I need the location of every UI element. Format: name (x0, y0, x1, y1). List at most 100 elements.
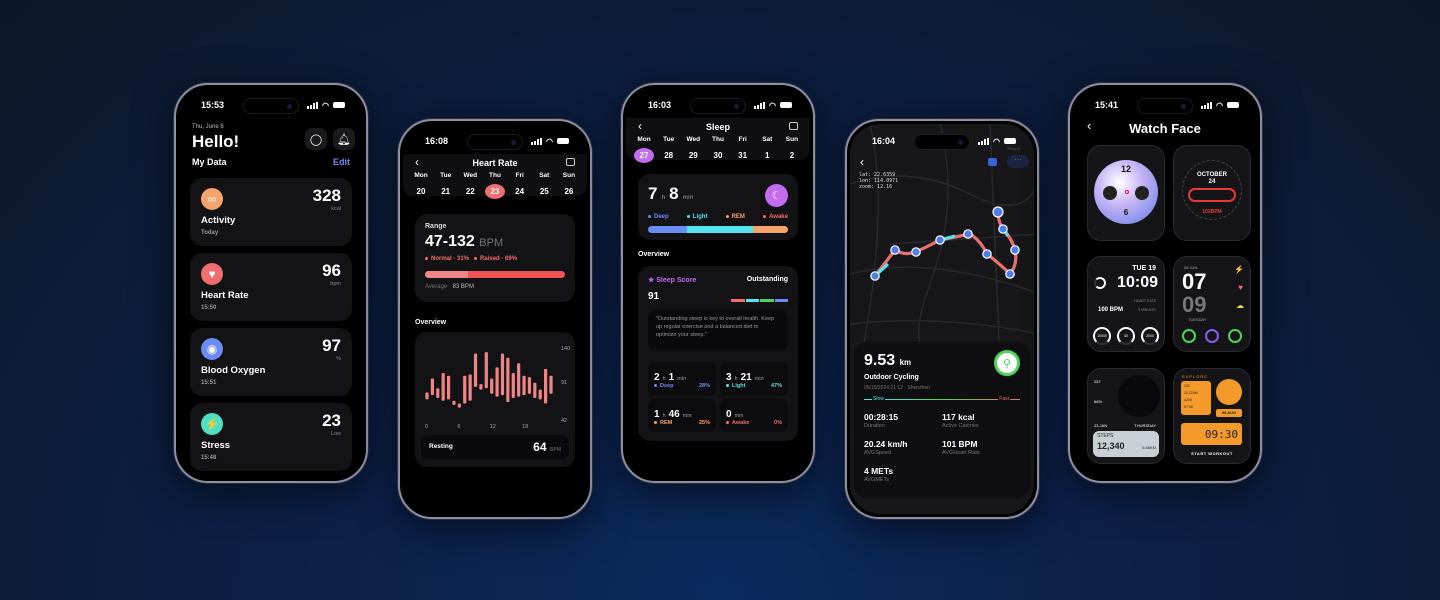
notifications-button[interactable]: 🔔︎ (333, 128, 355, 150)
stage-label: Deep (660, 383, 674, 389)
week-day[interactable]: Wed 22 (460, 172, 480, 199)
hand-pivot (1125, 190, 1129, 194)
bpm: 100 BPM (1098, 307, 1124, 313)
range-legend: Normal · 31% Raised · 69% (425, 256, 517, 262)
hr-bar (468, 374, 472, 401)
steps-panel: STEPS 12,340 6.66KM (1093, 431, 1159, 457)
stat-value: 4 METs (864, 466, 894, 476)
map-pin-icon[interactable] (963, 229, 973, 239)
metric-card[interactable]: ∞ Activity Today 328 kcal (190, 178, 352, 246)
resting-label: Resting (429, 443, 453, 450)
more-button[interactable]: ··· (1007, 155, 1029, 168)
week-selector: Mon 20 Tue 21 Wed 22 Thu 23 Fri 24 Sat 25 Sun 26 (411, 172, 579, 199)
hr-bar (506, 357, 510, 403)
hr-bar (511, 372, 515, 398)
start-workout-button[interactable]: START WORKOUT (1174, 451, 1250, 456)
range-unit: BPM (479, 237, 504, 249)
share-button[interactable] (988, 158, 997, 166)
week-day[interactable]: Mon 27 (634, 136, 654, 163)
watch-face-analog-minimal[interactable]: 257 68% 23 JAN THURSDAY STEPS 12,340 6.6… (1087, 368, 1165, 464)
map-pin-icon[interactable] (982, 249, 992, 259)
stage-card: 0 min Awake 0% (720, 399, 788, 432)
hr-bar (538, 389, 542, 400)
day: THURSDAY (1134, 423, 1156, 428)
week-day[interactable]: Fri 31 (733, 136, 753, 163)
battery-icon (557, 138, 569, 144)
status-bar: 15:41 ◠ (1073, 98, 1257, 112)
metric-card[interactable]: ⚡ Stress 15:48 23 Low (190, 403, 352, 471)
sleep-score-card: ★ Sleep Score Outstanding 91 "Outstandin… (638, 266, 798, 441)
week-day[interactable]: Sun 26 (559, 172, 579, 199)
stage-label-wrap: Awake (726, 420, 749, 426)
map-pin-icon[interactable] (935, 235, 945, 245)
map-pin-icon[interactable] (1010, 245, 1020, 255)
watch-button[interactable]: ◯ (305, 128, 327, 150)
heart-icon: ♥ (1238, 283, 1243, 292)
fast-label: Fast (998, 396, 1010, 402)
week-day[interactable]: Thu 23 (484, 172, 505, 199)
day-name: Wed (463, 172, 478, 179)
hr-bar (522, 375, 526, 396)
stat-value: 20.24 km/h (864, 439, 908, 449)
day-name: Wed (686, 136, 701, 143)
time: 09:30 (1181, 423, 1242, 445)
watch-face-digital-mono[interactable]: TUE 19 10:09 HEART RATE 100 BPM 5 MIN AG… (1087, 256, 1165, 352)
watch-face-red-infinity[interactable]: OCTOBER 24 102BPM (1173, 145, 1251, 241)
metric-card[interactable]: ♥ Heart Rate 15:50 96 bpm (190, 253, 352, 321)
heart-icon: ♥ (201, 263, 223, 285)
week-day[interactable]: Tue 21 (436, 172, 456, 199)
y-tick: 140 (561, 346, 570, 352)
time: 10:09 (1117, 274, 1158, 291)
home-screen: 15:53 ◠ Thu, June 6 Hello! ◯ 🔔︎ My Data … (179, 88, 363, 478)
week-day[interactable]: Wed 29 (683, 136, 703, 163)
watch-face-orange-lcd[interactable]: EXPLORE 132 12,224M 4200 07:30 08 AUG 09:30… (1173, 368, 1251, 464)
run-icon: ⚡ (1234, 265, 1244, 274)
y-tick: 42 (561, 418, 567, 424)
day-name: Mon (414, 172, 428, 179)
week-day[interactable]: Sat 1 (757, 136, 777, 163)
map-pin-icon[interactable] (992, 206, 1004, 218)
map-pin-icon[interactable] (890, 245, 900, 255)
map-pin-icon[interactable] (1005, 269, 1015, 279)
stage-pct: 28% (698, 383, 710, 389)
lcd-row: 132 (1184, 384, 1190, 388)
weather-icon: ☁ (1236, 301, 1244, 310)
stat-item: 101 BPM AVGHeart Rate (942, 439, 1020, 456)
week-day[interactable]: Fri 24 (510, 172, 530, 199)
distance: 9.53 km (864, 352, 911, 370)
map-pin-icon[interactable] (870, 271, 880, 281)
bpm: 102BPM (1202, 209, 1222, 215)
map-pin-icon[interactable] (998, 224, 1008, 234)
back-button[interactable]: ‹ (860, 155, 864, 169)
calendar-icon[interactable] (566, 158, 575, 166)
sleep-total: 7 h 8 min (648, 184, 693, 204)
watch-face-big-numerals[interactable]: 08 JUN 07 09 TUESDAY ⚡ ♥ ☁ (1173, 256, 1251, 352)
week-day[interactable]: Thu 30 (708, 136, 728, 163)
edit-button[interactable]: Edit (333, 157, 350, 167)
week-day[interactable]: Sun 2 (782, 136, 802, 163)
day-number: 26 (564, 187, 574, 196)
status-time: 16:03 (648, 100, 672, 110)
legend-item: Deep (648, 214, 669, 220)
range-line: 47-132 BPM (425, 233, 503, 251)
h-unit: h (662, 413, 666, 419)
stat-label: AVGMETs (864, 477, 889, 483)
battery-ring (1094, 277, 1106, 289)
week-day[interactable]: Sat 25 (534, 172, 554, 199)
day-number: 2 (789, 151, 795, 160)
range-label: Range (425, 223, 447, 230)
status-time: 16:08 (425, 136, 449, 146)
dial (1118, 375, 1160, 417)
week-day[interactable]: Tue 28 (659, 136, 679, 163)
day-name: Sun (785, 136, 799, 143)
x-tick: 18 (522, 424, 528, 430)
map-pin-icon[interactable] (911, 247, 921, 257)
bolt-icon: ⚡ (201, 413, 223, 435)
watch-face-analog-purple[interactable]: 12 6 (1087, 145, 1165, 241)
calendar-icon[interactable] (789, 122, 798, 130)
week-day[interactable]: Mon 20 (411, 172, 431, 199)
hr-bar (533, 382, 537, 398)
day-name: Tue (663, 136, 675, 143)
metric-value: 96 (322, 261, 341, 280)
metric-card[interactable]: ◉ Blood Oxygen 15:51 97 % (190, 328, 352, 396)
